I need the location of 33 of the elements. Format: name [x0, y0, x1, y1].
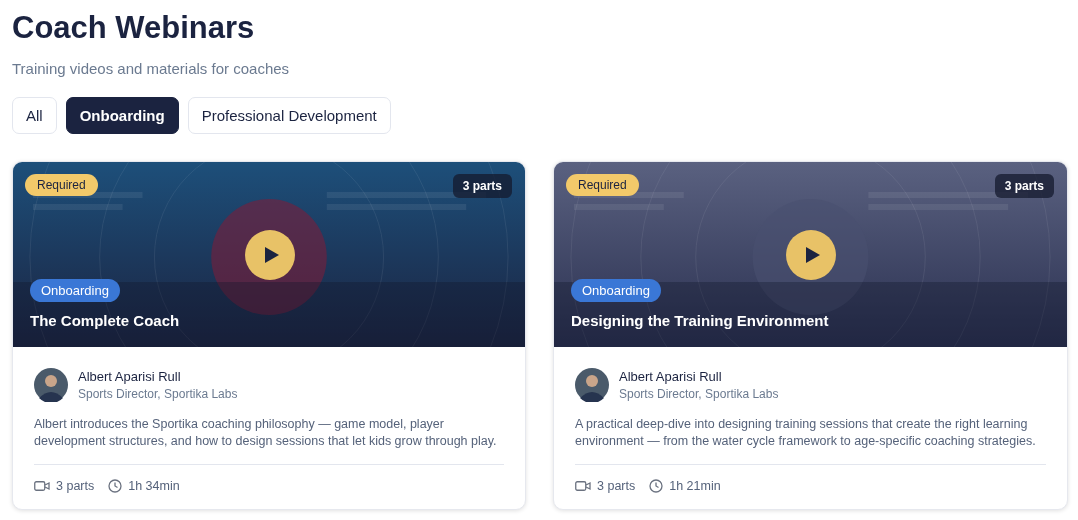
required-badge: Required [25, 174, 98, 196]
required-badge: Required [566, 174, 639, 196]
clock-icon [108, 479, 123, 493]
play-icon [805, 246, 821, 264]
filter-tab[interactable]: Professional Development [187, 97, 391, 134]
filter-tab[interactable]: All [12, 97, 57, 134]
avatar [34, 368, 68, 402]
webinar-title: The Complete Coach [30, 312, 180, 329]
page-subtitle: Training videos and materials for coaches [12, 60, 291, 78]
video-camera-icon [34, 480, 50, 492]
page-title: Coach Webinars [12, 10, 256, 46]
category-badge: Onboarding [30, 279, 120, 302]
presenter-role: Sports Director, Sportika Labs [78, 387, 238, 401]
webinar-card[interactable] [553, 161, 1068, 510]
presenter-role: Sports Director, Sportika Labs [619, 387, 779, 401]
webinar-description: A practical deep-dive into designing training sessions that create the right learning environment — from the water cycle framework to age-specific coaching strategies. [575, 416, 1046, 465]
duration: 1h 34min [128, 479, 180, 493]
webinar-card[interactable] [12, 161, 526, 510]
category-badge: Onboarding [571, 279, 661, 302]
parts-badge: 3 parts [994, 174, 1054, 198]
video-camera-icon [575, 480, 591, 492]
presenter-name: Albert Aparisi Rull [619, 369, 723, 384]
webinar-title: Designing the Training Environment [571, 312, 829, 329]
parts-badge: 3 parts [452, 174, 512, 198]
parts-count: 3 parts [597, 479, 636, 493]
avatar [575, 368, 609, 402]
filter-tab[interactable]: Onboarding [65, 97, 179, 134]
duration: 1h 21min [669, 479, 721, 493]
webinar-description: Albert introduces the Sportika coaching philosophy — game model, player development structures, and how to design sessions that let kids grow through play. [34, 416, 504, 465]
play-icon [264, 246, 280, 264]
presenter-name: Albert Aparisi Rull [78, 369, 182, 384]
clock-icon [649, 479, 664, 493]
parts-count: 3 parts [56, 479, 95, 493]
